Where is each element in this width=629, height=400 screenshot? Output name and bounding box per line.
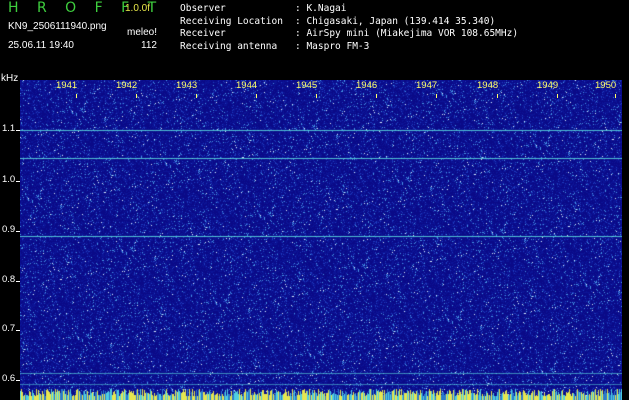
station-info: Observer : K.Nagai Receiving Location : Ch… [180, 3, 518, 53]
spectrogram-canvas [20, 80, 622, 400]
x-tick-mark [497, 94, 498, 98]
observer-row: Observer : K.Nagai [180, 3, 518, 16]
spectrogram-plot [20, 80, 622, 400]
x-tick-mark [196, 94, 197, 98]
x-tick-mark [256, 94, 257, 98]
header-panel: H R O F F T 1.0.0f KN9_2506111940.png me… [0, 0, 629, 74]
y-tick-label: 1.0 [2, 174, 16, 185]
antenna-row: Receiving antenna : Maspro FM-3 [180, 41, 518, 54]
meleo-label: meleo! [127, 27, 158, 38]
x-tick-label: 1946 [356, 80, 378, 91]
x-tick-label: 1942 [116, 80, 138, 91]
antenna-key: Receiving antenna [180, 40, 278, 52]
x-tick-label: 1947 [416, 80, 438, 91]
x-tick-mark [436, 94, 437, 98]
x-tick-mark [316, 94, 317, 98]
meteor-count: 112 [141, 40, 157, 51]
y-tick-label: 0.8 [2, 274, 16, 285]
y-tick-label: 0.7 [2, 323, 16, 334]
x-tick-mark [76, 94, 77, 98]
x-tick-label: 1944 [236, 80, 258, 91]
x-tick-label: 1943 [176, 80, 198, 91]
x-tick-label: 1949 [537, 80, 559, 91]
x-tick-mark [557, 94, 558, 98]
y-tick-label: 0.6 [2, 373, 16, 384]
x-tick-mark [615, 94, 616, 98]
x-tick-label: 1950 [595, 80, 617, 91]
location-row: Receiving Location : Chigasaki, Japan (13… [180, 16, 518, 29]
receiver-key: Receiver [180, 28, 226, 39]
location-key: Receiving Location [180, 15, 283, 27]
x-tick-mark [136, 94, 137, 98]
x-tick-label: 1941 [56, 80, 78, 91]
location-value: : Chigasaki, Japan (139.414 35.340) [295, 15, 496, 27]
file-name: KN9_2506111940.png [8, 21, 107, 32]
y-axis-unit: kHz [1, 73, 19, 84]
x-tick-label: 1945 [296, 80, 318, 91]
timestamp: 25.06.11 19:40 [8, 40, 74, 51]
receiver-row: Receiver : AirSpy mini (Miakejima VOR 108… [180, 28, 518, 41]
y-tick-label: 1.1 [2, 123, 16, 134]
x-tick-mark [376, 94, 377, 98]
x-tick-label: 1948 [477, 80, 499, 91]
receiver-value: : AirSpy mini (Miakejima VOR 108.65MHz) [295, 28, 519, 39]
observer-value: : K.Nagai [295, 3, 347, 14]
antenna-value: : Maspro FM-3 [295, 40, 370, 52]
app-version: 1.0.0f [125, 3, 151, 14]
observer-key: Observer [180, 3, 226, 14]
y-tick-label: 0.9 [2, 224, 16, 235]
